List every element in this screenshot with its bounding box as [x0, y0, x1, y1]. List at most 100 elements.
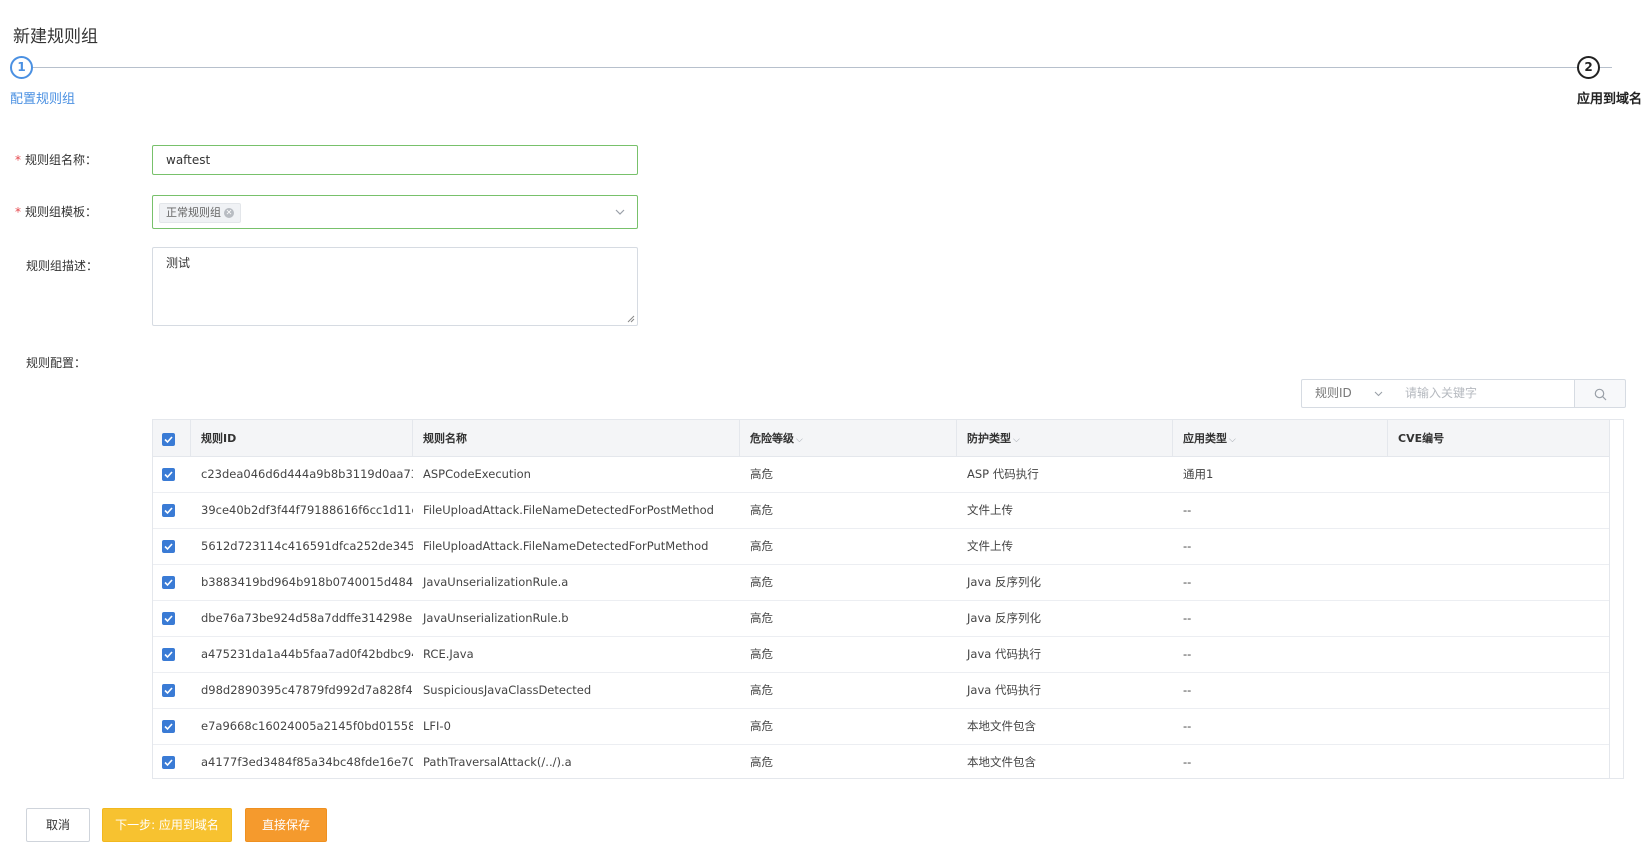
table-row[interactable]: a4177f3ed3484f85a34bc48fde16e702 PathTrav…: [153, 745, 1610, 778]
row-checkbox[interactable]: [162, 648, 175, 661]
search-button[interactable]: [1574, 379, 1626, 408]
cell-rule-name: PathTraversalAttack(/../).a: [423, 755, 572, 769]
cell-protection-type: Java 代码执行: [967, 683, 1041, 697]
check-icon: [164, 436, 173, 444]
row-checkbox[interactable]: [162, 540, 175, 553]
cell-rule-id: a4177f3ed3484f85a34bc48fde16e702: [201, 755, 413, 769]
cell-cve: [1388, 673, 1610, 708]
table-row[interactable]: dbe76a73be924d58a7ddffe314298e20 JavaUnse…: [153, 601, 1610, 637]
cell-risk-level: 高危: [750, 611, 773, 625]
desc-text: 测试: [166, 256, 191, 270]
search-field-select[interactable]: 规则ID: [1301, 379, 1393, 408]
tag-remove-icon[interactable]: ✕: [224, 208, 234, 218]
step-2-indicator[interactable]: 2: [1577, 56, 1600, 79]
cell-rule-name: SuspiciousJavaClassDetected: [423, 683, 592, 697]
cell-rule-id: b3883419bd964b918b0740015d4847af: [201, 575, 413, 589]
table-row[interactable]: e7a9668c16024005a2145f0bd01558a5 LFI-0 高危 本…: [153, 709, 1610, 745]
check-icon: [164, 651, 173, 659]
column-header-rule-name: 规则名称: [413, 420, 740, 457]
cell-protection-type: 文件上传: [967, 539, 1013, 553]
cancel-button[interactable]: 取消: [26, 808, 90, 842]
cell-rule-id: 5612d723114c416591dfca252de345c8: [201, 539, 413, 553]
step-1-label[interactable]: 配置规则组: [10, 88, 75, 107]
table-row[interactable]: a475231da1a44b5faa7ad0f42bdbc94f RCE.Java…: [153, 637, 1610, 673]
required-mark: *: [15, 153, 21, 167]
search-icon: [1594, 388, 1607, 401]
table-row[interactable]: c23dea046d6d444a9b8b3119d0aa7324 ASPCodeE…: [153, 457, 1610, 493]
cell-cve: [1388, 637, 1610, 672]
cell-app-type: --: [1183, 719, 1192, 733]
stepper: 1 2 配置规则组 应用到域名: [10, 56, 1642, 116]
cell-protection-type: 本地文件包含: [967, 719, 1036, 733]
cell-risk-level: 高危: [750, 467, 773, 481]
cell-rule-id: a475231da1a44b5faa7ad0f42bdbc94f: [201, 647, 413, 661]
rules-table: 规则ID 规则名称 危险等级 ⌵ 防护类型 ⌵ 应用类型 ⌵ CVE编号 c23dea…: [152, 419, 1624, 779]
select-all-checkbox[interactable]: [162, 433, 175, 446]
table-scrollbar[interactable]: [1609, 420, 1623, 778]
sort-icon[interactable]: ⌵: [796, 435, 803, 445]
cell-app-type: --: [1183, 503, 1192, 517]
row-checkbox[interactable]: [162, 468, 175, 481]
check-icon: [164, 723, 173, 731]
cell-cve: [1388, 565, 1610, 600]
cell-cve: [1388, 601, 1610, 636]
step-2-label[interactable]: 应用到域名: [1577, 88, 1642, 107]
cell-rule-id: dbe76a73be924d58a7ddffe314298e20: [201, 611, 413, 625]
cell-rule-name: RCE.Java: [423, 647, 474, 661]
cell-cve: [1388, 493, 1610, 528]
resize-grip-icon[interactable]: [627, 315, 635, 323]
sort-icon[interactable]: ⌵: [1013, 435, 1020, 445]
sort-icon[interactable]: ⌵: [1229, 435, 1236, 445]
table-row[interactable]: 39ce40b2df3f44f79188616f6cc1d11e FileUplo…: [153, 493, 1610, 529]
check-icon: [164, 579, 173, 587]
row-checkbox[interactable]: [162, 756, 175, 769]
row-checkbox[interactable]: [162, 504, 175, 517]
chevron-down-icon: [615, 209, 625, 215]
column-header-cve: CVE编号: [1388, 420, 1610, 457]
cell-cve: [1388, 529, 1610, 564]
rule-group-desc-textarea[interactable]: 测试: [152, 247, 638, 326]
select-all-cell: [153, 420, 191, 457]
cell-risk-level: 高危: [750, 647, 773, 661]
step-1-indicator[interactable]: 1: [10, 56, 33, 79]
row-checkbox[interactable]: [162, 576, 175, 589]
cell-rule-id: c23dea046d6d444a9b8b3119d0aa7324: [201, 467, 413, 481]
cell-risk-level: 高危: [750, 539, 773, 553]
column-header-protection-type[interactable]: 防护类型 ⌵: [957, 420, 1173, 457]
table-row[interactable]: d98d2890395c47879fd992d7a828f4cf Suspicio…: [153, 673, 1610, 709]
table-header: 规则ID 规则名称 危险等级 ⌵ 防护类型 ⌵ 应用类型 ⌵ CVE编号: [153, 420, 1623, 457]
rule-group-name-input[interactable]: waftest: [152, 145, 638, 175]
check-icon: [164, 687, 173, 695]
column-header-risk-level[interactable]: 危险等级 ⌵: [740, 420, 957, 457]
rule-group-template-select[interactable]: 正常规则组 ✕: [152, 195, 638, 229]
search-field-label: 规则ID: [1315, 386, 1352, 400]
search-input[interactable]: 请输入关键字: [1392, 379, 1575, 408]
cell-rule-name: ASPCodeExecution: [423, 467, 531, 481]
cell-risk-level: 高危: [750, 575, 773, 589]
cell-cve: [1388, 709, 1610, 744]
step-progress-line: [31, 67, 1612, 68]
row-checkbox[interactable]: [162, 612, 175, 625]
row-checkbox[interactable]: [162, 684, 175, 697]
check-icon: [164, 615, 173, 623]
table-row[interactable]: b3883419bd964b918b0740015d4847af JavaUnse…: [153, 565, 1610, 601]
next-step-button[interactable]: 下一步: 应用到域名: [102, 808, 232, 842]
page-title: 新建规则组: [13, 27, 98, 47]
cell-app-type: 通用1: [1183, 467, 1214, 481]
cell-rule-name: JavaUnserializationRule.b: [423, 611, 569, 625]
cell-protection-type: 本地文件包含: [967, 755, 1036, 769]
cell-rule-name: LFI-0: [423, 719, 451, 733]
cell-app-type: --: [1183, 683, 1192, 697]
table-row[interactable]: 5612d723114c416591dfca252de345c8 FileUplo…: [153, 529, 1610, 565]
column-header-app-type[interactable]: 应用类型 ⌵: [1173, 420, 1388, 457]
row-checkbox[interactable]: [162, 720, 175, 733]
rule-group-template-label: * 规则组模板：: [15, 205, 98, 219]
required-mark: *: [15, 205, 21, 219]
cell-app-type: --: [1183, 611, 1192, 625]
rule-config-label: 规则配置：: [26, 356, 87, 370]
column-header-rule-id: 规则ID: [191, 420, 413, 457]
check-icon: [164, 543, 173, 551]
save-button[interactable]: 直接保存: [245, 808, 327, 842]
rule-group-desc-label: 规则组描述：: [26, 259, 99, 273]
cell-protection-type: 文件上传: [967, 503, 1013, 517]
